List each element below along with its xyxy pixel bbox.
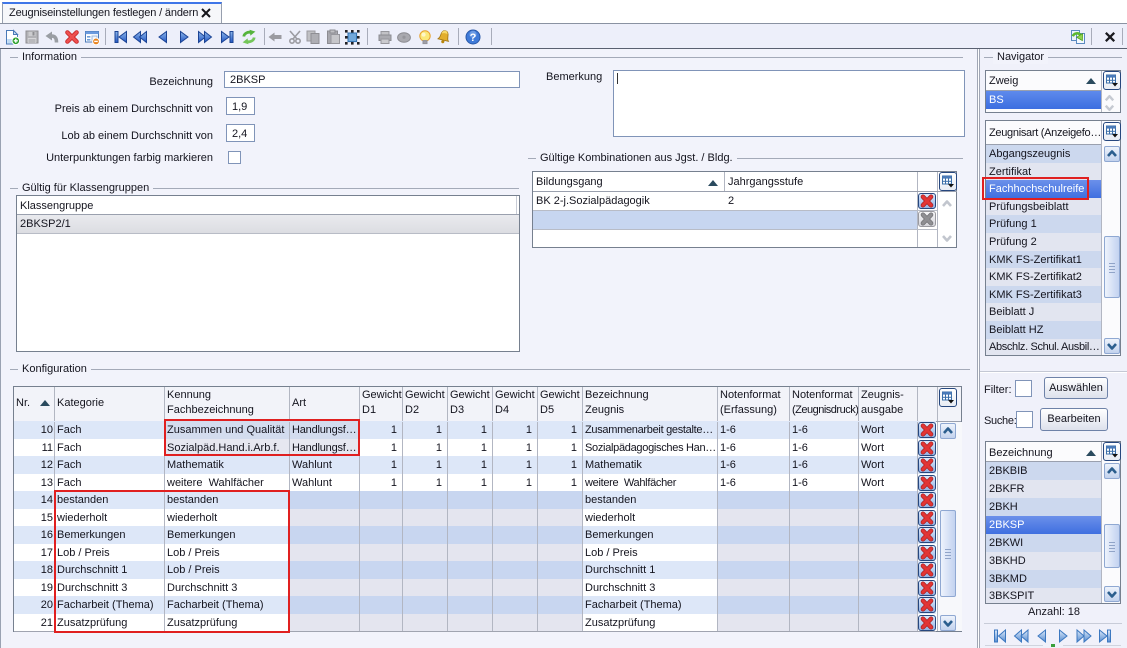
svg-text:?: ? <box>470 32 477 44</box>
